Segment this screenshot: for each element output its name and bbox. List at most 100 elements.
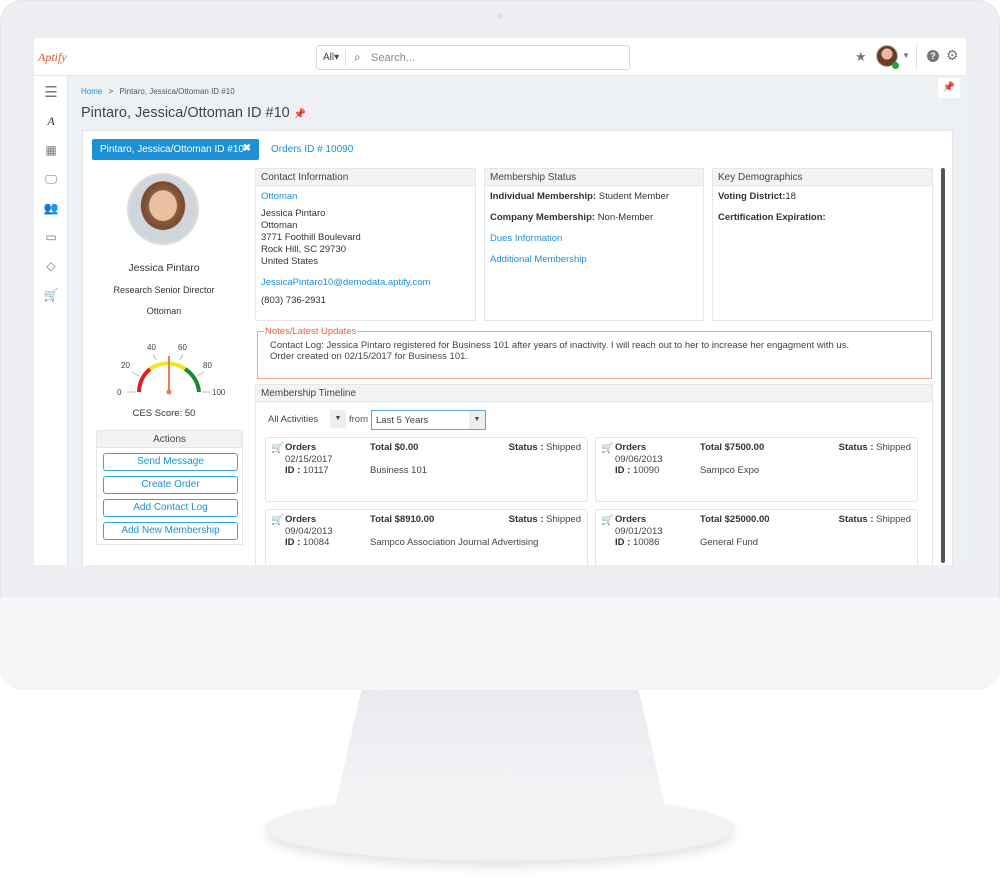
- order-id-label: ID :: [615, 465, 631, 476]
- monitor-camera: [497, 13, 503, 19]
- order-total: Total $0.00: [370, 442, 419, 453]
- order-total: Total $7500.00: [700, 442, 765, 453]
- monitor-chin: [0, 597, 1000, 690]
- diamond-icon[interactable]: ◇: [42, 259, 60, 273]
- notes-panel: Notes/Latest Updates Contact Log: Jessic…: [257, 326, 932, 379]
- phone: (803) 736-2931: [261, 295, 326, 306]
- address-line: Rock Hill, SC 29730: [261, 244, 347, 255]
- membership-status-panel: Membership Status Individual Membership:…: [484, 168, 704, 321]
- create-order-button[interactable]: Create Order: [103, 476, 238, 494]
- company-link[interactable]: Ottoman: [261, 191, 470, 203]
- order-status: Status : Shipped: [838, 514, 911, 525]
- gauge-tick-label: 80: [203, 361, 212, 370]
- search-bar[interactable]: All▾ ⌕ Search...: [316, 45, 630, 70]
- aptify-logo[interactable]: Aptify: [38, 41, 67, 67]
- order-card[interactable]: 🛒 Orders 09/01/2013 ID : 10086 Total $2500…: [595, 509, 918, 565]
- order-description: Sampco Association Journal Advertising: [370, 537, 539, 548]
- order-status: Status : Shipped: [838, 442, 911, 453]
- gauge-tick-label: 60: [178, 343, 187, 352]
- ces-score: CES Score: 50: [132, 408, 196, 419]
- actions-title: Actions: [97, 431, 242, 448]
- chevron-down-icon[interactable]: ▼: [902, 51, 910, 60]
- order-id-label: ID :: [285, 537, 301, 548]
- monitor-base: [265, 795, 735, 861]
- order-id-label: ID :: [615, 537, 631, 548]
- calculator-icon[interactable]: ▦: [42, 143, 60, 157]
- cart-icon: 🛒: [601, 443, 614, 454]
- card-icon[interactable]: ▭: [42, 230, 60, 244]
- order-date: 02/15/2017: [285, 453, 333, 465]
- scrollbar[interactable]: [941, 168, 945, 563]
- panel-title: Contact Information: [256, 169, 475, 186]
- add-contact-log-button[interactable]: Add Contact Log: [103, 499, 238, 517]
- order-date: 09/06/2013: [615, 453, 663, 465]
- group-icon[interactable]: 👥: [42, 201, 60, 215]
- tab-record[interactable]: Pintaro, Jessica/Ottoman ID #10 ✖: [92, 139, 259, 160]
- order-type: Orders: [615, 514, 647, 525]
- order-type: Orders: [285, 514, 317, 525]
- aptify-icon[interactable]: A: [42, 114, 60, 129]
- cart-icon[interactable]: 🛒: [42, 288, 60, 302]
- membership-timeline-panel: Membership Timeline All Activities ▼ from…: [255, 384, 933, 565]
- divider: [916, 44, 917, 70]
- company-membership: Company Membership: Non-Member: [490, 212, 654, 223]
- profile-name: Jessica Pintaro: [128, 262, 200, 274]
- activity-filter-dropdown[interactable]: All Activities ▼: [264, 410, 346, 430]
- gauge-yellow-segment: [148, 361, 187, 371]
- monitor-icon[interactable]: 🖵: [42, 172, 60, 187]
- record-card: Pintaro, Jessica/Ottoman ID #10 ✖ Orders …: [82, 130, 953, 565]
- order-description: General Fund: [700, 537, 759, 548]
- notes-title: Notes/Latest Updates: [264, 326, 358, 337]
- order-id: 10090: [632, 465, 660, 476]
- gauge-tick-label: 20: [121, 361, 130, 370]
- monitor-stand: [335, 690, 665, 805]
- order-id-label: ID :: [285, 465, 301, 476]
- profile-company: Ottoman: [146, 306, 182, 316]
- individual-membership: Individual Membership: Student Member: [490, 191, 669, 202]
- pin-icon[interactable]: 📌: [294, 109, 306, 120]
- gauge-red-segment: [137, 367, 152, 393]
- cart-icon: 🛒: [271, 443, 284, 454]
- order-card[interactable]: 🛒 Orders 02/15/2017 ID : 10117 Total $0.00…: [265, 437, 588, 502]
- order-card[interactable]: 🛒 Orders 09/04/2013 ID : 10084 Total $8910…: [265, 509, 588, 565]
- address-line: Jessica Pintaro: [261, 208, 326, 219]
- additional-membership-link[interactable]: Additional Membership: [490, 254, 698, 266]
- actions-panel: Actions Send Message Create Order Add Co…: [96, 430, 243, 545]
- top-bar: Aptify All▾ ⌕ Search... ★ ▼ ? ⚙: [34, 38, 966, 76]
- menu-icon[interactable]: ☰: [42, 83, 60, 101]
- order-type: Orders: [285, 442, 317, 453]
- certification-expiration: Certification Expiration:: [718, 212, 826, 223]
- send-message-button[interactable]: Send Message: [103, 453, 238, 471]
- star-icon[interactable]: ★: [855, 49, 867, 65]
- order-id: 10086: [632, 537, 660, 548]
- sidebar: ☰ A ▦ 🖵 👥 ▭ ◇ 🛒: [34, 76, 68, 565]
- contact-information-panel: Contact Information Ottoman Jessica Pint…: [255, 168, 476, 321]
- order-card[interactable]: 🛒 Orders 09/06/2013 ID : 10090 Total $7500…: [595, 437, 918, 502]
- chevron-down-icon: ▼: [469, 411, 485, 429]
- search-input[interactable]: Search...: [371, 52, 415, 64]
- order-total: Total $8910.00: [370, 514, 435, 525]
- range-filter-dropdown[interactable]: Last 5 Years ▼: [371, 410, 486, 430]
- close-icon[interactable]: ✖: [243, 143, 251, 154]
- breadcrumb-separator: >: [108, 87, 114, 96]
- search-scope-dropdown[interactable]: All▾: [323, 52, 339, 63]
- tab-orders[interactable]: Orders ID # 10090: [271, 144, 353, 155]
- note-line: Order created on 02/15/2017 for Business…: [270, 351, 469, 362]
- app-screen: Aptify All▾ ⌕ Search... ★ ▼ ? ⚙ 📌 ☰ A ▦ …: [34, 38, 966, 565]
- breadcrumb-home[interactable]: Home: [81, 87, 102, 96]
- order-id: 10084: [302, 537, 330, 548]
- from-label: from: [349, 414, 368, 425]
- gauge-tick-label: 40: [147, 343, 156, 352]
- order-description: Business 101: [370, 465, 428, 476]
- order-status: Status : Shipped: [508, 514, 581, 525]
- add-new-membership-button[interactable]: Add New Membership: [103, 522, 238, 540]
- profile-title: Research Senior Director: [113, 285, 215, 295]
- email-link[interactable]: JessicaPintaro10@demodata.aptify.com: [261, 277, 470, 289]
- order-type: Orders: [615, 442, 647, 453]
- dues-information-link[interactable]: Dues Information: [490, 233, 698, 245]
- order-status: Status : Shipped: [508, 442, 581, 453]
- help-icon[interactable]: ?: [927, 50, 939, 62]
- order-date: 09/01/2013: [615, 525, 663, 537]
- gear-icon[interactable]: ⚙: [946, 47, 959, 64]
- pin-icon[interactable]: 📌: [938, 78, 960, 98]
